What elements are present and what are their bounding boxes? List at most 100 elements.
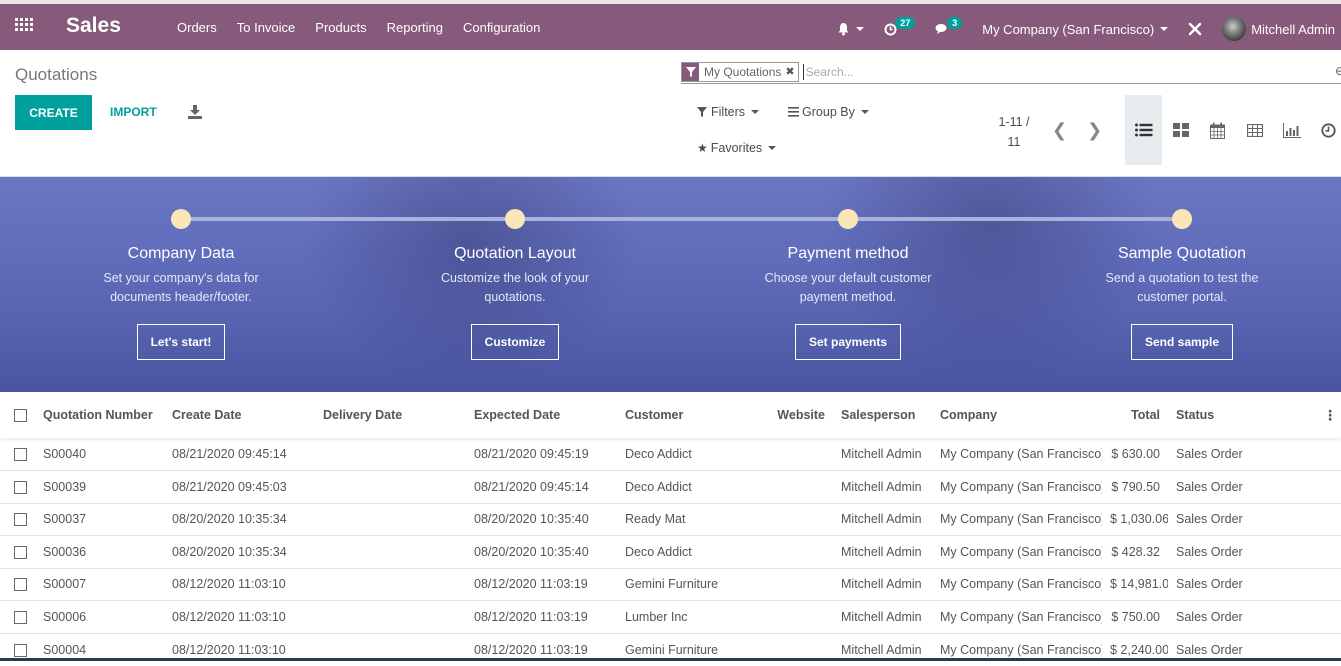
column-header-status[interactable]: Status [1168,392,1323,438]
favorites-dropdown[interactable]: ★ Favorites [697,141,777,155]
optional-columns-toggle[interactable]: ⋮ [1323,392,1341,438]
kanban-icon [1172,123,1189,137]
onboarding-step-sample-quotation: Sample Quotation Send a quotation to tes… [1062,209,1302,360]
graph-view-button[interactable] [1273,95,1310,165]
row-checkbox[interactable] [14,480,27,494]
row-checkbox[interactable] [14,610,27,624]
main-menu: Orders To Invoice Products Reporting Con… [177,20,540,35]
row-checkbox-cell [0,438,35,471]
step-description-line: quotations. [484,290,546,304]
column-header-quotation-number[interactable]: Quotation Number [35,392,164,438]
app-name[interactable]: Sales [66,14,121,38]
debug-tools-button[interactable] [1188,22,1202,36]
quotations-table: Quotation Number Create Date Delivery Da… [0,392,1341,666]
column-header-salesperson[interactable]: Salesperson [833,392,932,438]
bars-icon [788,107,800,117]
step-description-line: documents header/footer. [110,290,252,304]
cell-total: $ 1,030.06 [1102,502,1168,536]
previous-page-icon[interactable]: ❮ [1052,120,1067,141]
list-view-button[interactable] [1125,95,1162,165]
onboarding-banner: Company Data Set your company's data for… [0,177,1341,392]
table-row[interactable]: S00006 08/12/2020 11:03:10 08/12/2020 11:0… [0,600,1341,633]
clock-icon [1321,122,1336,138]
table-row[interactable]: S00040 08/21/2020 09:45:14 08/21/2020 09:4… [0,438,1341,471]
menu-configuration[interactable]: Configuration [463,20,540,35]
cell-delivery-date [315,567,466,601]
cell-expected-date: 08/20/2020 10:35:40 [466,535,617,568]
row-checkbox-cell [0,535,35,568]
import-button[interactable]: IMPORT [110,105,157,119]
create-button[interactable]: CREATE [15,95,92,130]
bar-chart-icon [1282,122,1301,138]
user-menu[interactable]: Mitchell Admin [1222,17,1335,41]
row-checkbox[interactable] [14,643,27,657]
apps-menu-icon[interactable] [15,18,33,32]
menu-orders[interactable]: Orders [177,20,217,35]
pivot-view-button[interactable] [1236,95,1273,165]
table-row[interactable]: S00007 08/12/2020 11:03:10 08/12/2020 11:0… [0,567,1341,601]
cell-total: $ 428.32 [1102,535,1168,568]
pager-total: 11 [1007,135,1021,149]
cell-delivery-date [315,502,466,536]
table-row[interactable]: S00039 08/21/2020 09:45:03 08/21/2020 09:4… [0,470,1341,503]
set-payments-button[interactable]: Set payments [794,324,902,360]
menu-products[interactable]: Products [315,20,366,35]
cell-website [768,438,833,471]
cell-expected-date: 08/21/2020 09:45:14 [466,470,617,503]
step-description: Choose your default customer payment met… [728,269,968,307]
row-checkbox[interactable] [14,545,27,559]
cell-delivery-date [315,600,466,633]
step-title: Quotation Layout [454,245,576,262]
menu-reporting[interactable]: Reporting [387,20,443,35]
column-header-website[interactable]: Website [768,392,833,438]
column-header-delivery-date[interactable]: Delivery Date [315,392,466,438]
column-header-total[interactable]: Total [1102,392,1168,438]
row-checkbox[interactable] [14,513,27,527]
row-checkbox-cell [0,567,35,601]
column-header-company[interactable]: Company [932,392,1102,438]
cell-customer: Deco Addict [625,447,692,461]
company-switcher[interactable]: My Company (San Francisco) [982,22,1169,37]
kanban-view-button[interactable] [1162,95,1199,165]
cell-website [768,600,833,633]
send-sample-button[interactable]: Send sample [1130,324,1234,360]
search-input[interactable] [802,63,1103,80]
filters-dropdown[interactable]: Filters [697,105,760,119]
filter-icon [682,62,699,81]
table-row[interactable]: S00037 08/20/2020 10:35:34 08/20/2020 10:3… [0,502,1341,536]
activity-view-button[interactable] [1310,95,1341,165]
row-spacer [1323,567,1341,601]
cell-status: Sales Order [1168,470,1323,503]
view-switcher [1125,95,1341,165]
column-header-expected-date[interactable]: Expected Date [466,392,617,438]
calendar-view-button[interactable] [1199,95,1236,165]
cell-salesperson: Mitchell Admin [833,567,932,601]
lets-start-button[interactable]: Let's start! [136,324,226,360]
menu-to-invoice[interactable]: To Invoice [237,20,296,35]
close-icon[interactable]: ✖ [785,65,797,78]
row-checkbox-cell [0,470,35,503]
download-icon[interactable] [187,104,203,120]
notifications-button[interactable] [837,22,865,36]
star-icon: ★ [697,141,708,155]
cell-website [768,535,833,568]
pager-value[interactable]: 1-11 / 11 [996,112,1032,152]
groupby-dropdown[interactable]: Group By [788,105,869,119]
row-checkbox[interactable] [14,448,27,462]
customize-button[interactable]: Customize [470,324,560,360]
column-header-customer[interactable]: Customer [617,392,768,438]
activities-button[interactable]: 27 [884,17,916,36]
next-page-icon[interactable]: ❯ [1087,120,1102,141]
cell-status: Sales Order [1168,600,1323,633]
cell-quotation-number: S00037 [35,502,164,536]
column-header-create-date[interactable]: Create Date [164,392,315,438]
messages-button[interactable]: 3 [935,17,963,35]
expand-search-icon[interactable]: ⊖ [1335,64,1341,78]
cell-status: Sales Order [1168,535,1323,568]
row-checkbox[interactable] [14,578,27,592]
cell-website [768,567,833,601]
table-row[interactable]: S00036 08/20/2020 10:35:34 08/20/2020 10:3… [0,535,1341,568]
select-all-checkbox[interactable] [14,409,27,423]
cell-expected-date: 08/12/2020 11:03:19 [466,567,617,601]
cell-expected-date: 08/21/2020 09:45:19 [474,447,589,461]
